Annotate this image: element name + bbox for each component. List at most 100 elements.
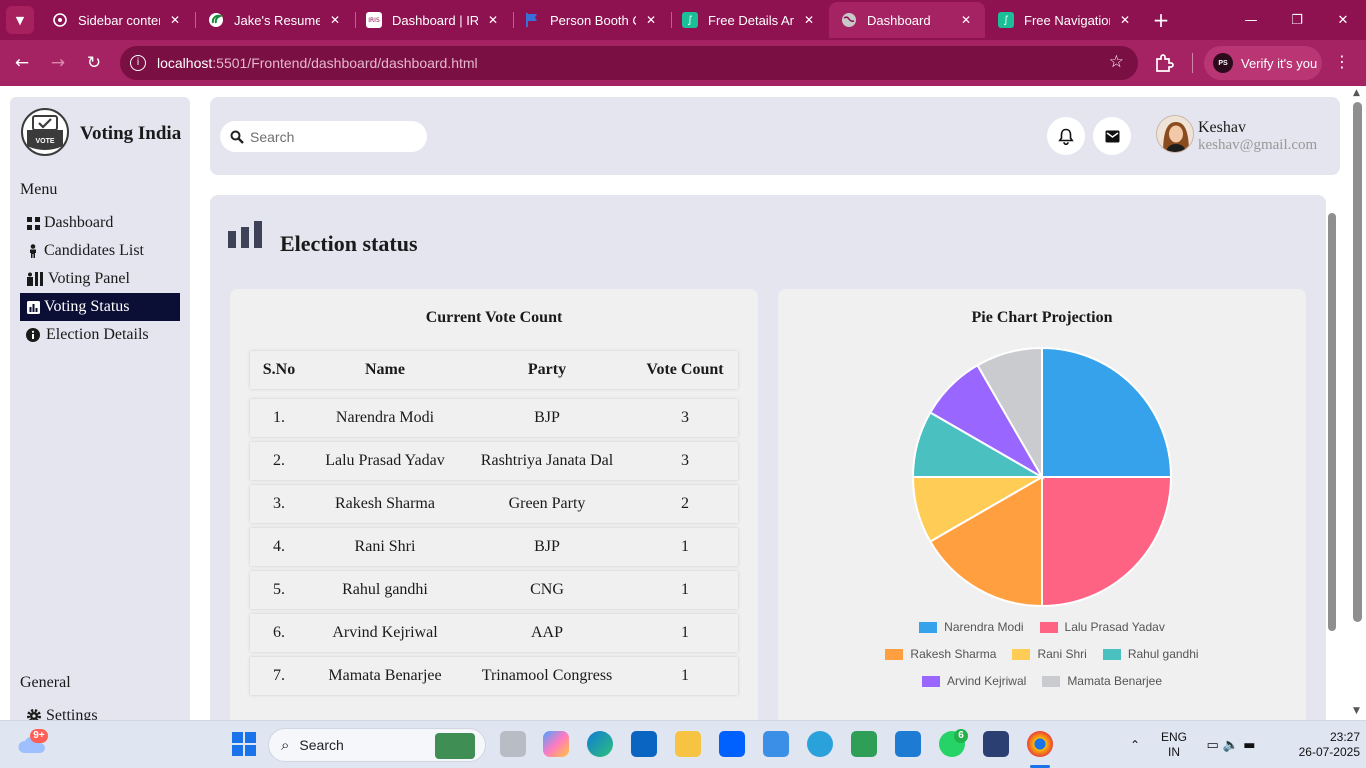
table-cell: 2 [681,495,689,512]
taskbar-search[interactable]: ⌕ Search [268,728,486,762]
close-icon[interactable]: ✕ [1116,13,1134,27]
chrome-icon[interactable] [1027,731,1053,757]
close-window-button[interactable]: ✕ [1320,0,1366,40]
legend-item[interactable]: Narendra Modi [919,620,1024,634]
table-cell: Lalu Prasad Yadav [325,452,445,469]
windows-start-icon[interactable] [231,731,257,757]
sidebar-item-candidates-list[interactable]: Candidates List [20,237,180,265]
overleaf-favicon-icon [208,12,224,28]
notifications-button[interactable] [1047,117,1085,155]
sidebar-item-settings[interactable]: Settings [20,702,180,720]
sidebar-item-voting-status[interactable]: Voting Status [20,293,180,321]
git-app-icon[interactable] [851,731,877,757]
minimize-button[interactable]: — [1228,0,1274,40]
pie-slice-1[interactable] [1041,476,1173,608]
sidebar-item-dashboard[interactable]: Dashboard [20,209,180,237]
sidebar-item-label: Voting Panel [48,270,130,287]
legend-item[interactable]: Rani Shri [1012,647,1087,661]
search-input[interactable] [250,128,410,145]
close-icon[interactable]: ✕ [957,13,975,27]
system-tray-icons[interactable]: ▭ 🔈 ▬ [1200,721,1262,768]
edge-icon[interactable] [587,731,613,757]
dropbox-icon[interactable] [719,731,745,757]
user-name: Keshav [1198,119,1246,136]
outlook-icon[interactable] [631,731,657,757]
close-icon[interactable]: ✕ [326,13,344,27]
sidebar-item-label: Dashboard [44,214,114,231]
legend-label: Rani Shri [1037,647,1087,661]
legend-item[interactable]: Rahul gandhi [1102,647,1199,661]
url-text: localhost:5501/Frontend/dashboard/dashbo… [157,55,478,71]
logo-text: VOTE [35,138,55,145]
sidebar-item-label: Election Details [46,326,149,343]
table-cell: Rakesh Sharma [335,495,435,512]
table-cell: Trinamool Congress [481,667,613,684]
task-view-icon[interactable] [500,731,526,757]
legend-item[interactable]: Lalu Prasad Yadav [1039,620,1165,634]
legend-item[interactable]: Rakesh Sharma [885,647,996,661]
browser-tab-active[interactable]: Dashboard ✕ [829,2,985,38]
back-button[interactable]: ← [7,48,37,78]
network-tool-icon[interactable] [983,731,1009,757]
browser-tab[interactable]: ∫ Free Navigation ✕ [986,2,1144,38]
legend-item[interactable]: Mamata Benarjee [1042,674,1162,688]
scroll-down-icon[interactable]: ▼ [1353,706,1360,716]
windows-taskbar: 9+ ⌕ Search 6 ⌃ ENG IN ▭ 🔈 ▬ 23:27 26-07-2… [0,720,1366,768]
telegram-icon[interactable] [807,731,833,757]
close-icon[interactable]: ✕ [642,13,660,27]
web-page: VOTE Voting India Menu Dashboard Candida… [0,86,1350,720]
tab-title: Free Details Anim [708,12,794,28]
browser-tab[interactable]: Sidebar content ✕ [40,2,194,38]
browser-tab[interactable]: ∫ Free Details Anim ✕ [670,2,828,38]
copilot-icon[interactable] [543,731,569,757]
vscode-icon[interactable] [895,731,921,757]
legend-item[interactable]: Arvind Kejriwal [921,674,1026,688]
search-box[interactable] [220,121,427,152]
sidebar-item-voting-panel[interactable]: Voting Panel [20,265,180,293]
browser-tab[interactable]: Person Booth Cl ✕ [512,2,670,38]
close-icon[interactable]: ✕ [484,13,502,27]
legend-swatch [885,648,904,660]
scrollbar-thumb[interactable] [1353,102,1362,622]
forward-button[interactable]: → [43,48,73,78]
content-scrollbar[interactable] [1328,205,1336,645]
table-header-cell: Name [365,361,405,378]
language-indicator[interactable]: ENG IN [1156,721,1192,768]
site-info-icon[interactable]: i [130,55,146,71]
browser-tab[interactable]: Jake's Resume - ✕ [196,2,354,38]
sidebar-item-election-details[interactable]: Election Details [20,321,180,349]
close-icon[interactable]: ✕ [800,13,818,27]
info-icon [26,328,40,342]
volume-icon: 🔈 [1222,737,1240,753]
tab-title: Sidebar content [78,12,160,28]
page-scrollbar[interactable]: ▲ ▼ [1350,86,1366,720]
extensions-icon[interactable] [1154,53,1174,73]
table-cell: 7. [273,667,285,684]
mvhp-app-icon[interactable] [763,731,789,757]
clock[interactable]: 23:27 26-07-2025 [1278,721,1360,768]
file-explorer-icon[interactable] [675,731,701,757]
table-cell: Mamata Benarjee [328,667,442,684]
reload-button[interactable]: ↻ [79,48,109,78]
voting-panel-icon [26,272,44,286]
table-header-cell: Vote Count [646,361,724,378]
tab-search-button[interactable]: ▼ [6,6,34,34]
address-bar[interactable]: i localhost:5501/Frontend/dashboard/dash… [120,46,1138,80]
profile-button[interactable]: PS Verify it's you [1204,46,1322,80]
scroll-up-icon[interactable]: ▲ [1353,88,1360,98]
table-cell: CNG [530,581,564,598]
table-cell: 1. [273,409,285,426]
tray-overflow-icon[interactable]: ⌃ [1126,721,1144,768]
bookmark-star-icon[interactable]: ☆ [1109,52,1124,72]
browser-menu-icon[interactable]: ⋮ [1334,52,1350,71]
messages-button[interactable] [1093,117,1131,155]
close-icon[interactable]: ✕ [166,13,184,27]
pie-slice-0[interactable] [1041,346,1173,478]
restore-button[interactable]: ❐ [1274,0,1320,40]
avatar[interactable] [1156,115,1194,153]
browser-tab[interactable]: IRIS Dashboard | IRIS ✕ [354,2,512,38]
sidebar-item-label: Settings [46,707,98,720]
legend-swatch [919,621,938,633]
new-tab-button[interactable]: + [1149,8,1173,32]
chart-legend-row: Arvind Kejriwal Mamata Benarjee [778,674,1306,688]
